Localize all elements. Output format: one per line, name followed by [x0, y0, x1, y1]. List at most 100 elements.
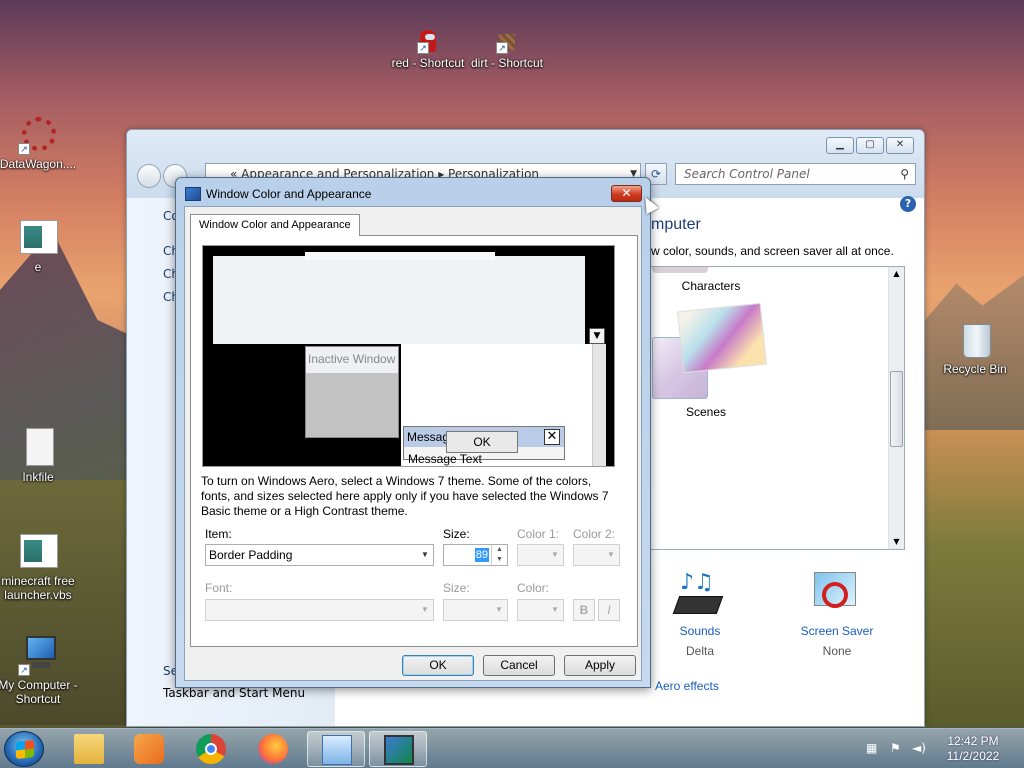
window-color-dialog[interactable]: Window Color and Appearance ✕ Window Col…: [175, 177, 651, 688]
desktop-icon-e[interactable]: e: [0, 218, 80, 274]
screen-saver-value: None: [822, 644, 852, 658]
firefox-icon: [258, 734, 288, 764]
sounds-value: Delta: [685, 644, 714, 658]
color1-picker[interactable]: ▼: [517, 544, 564, 566]
recycle-bin-icon: [955, 320, 995, 360]
theme-characters-label[interactable]: Characters: [636, 279, 786, 293]
volume-icon[interactable]: ◄): [912, 741, 926, 755]
shortcut-arrow-icon: ↗: [18, 143, 30, 155]
font-color-picker[interactable]: ▼: [517, 599, 564, 621]
scroll-down-icon[interactable]: ▼: [889, 535, 904, 549]
sidebar-link-taskbar[interactable]: Taskbar and Start Menu: [163, 686, 305, 700]
taskbar-window-color[interactable]: [369, 731, 427, 767]
control-panel-icon: [322, 735, 352, 765]
apply-button[interactable]: Apply: [564, 655, 636, 676]
preview-close-icon: ✕: [544, 429, 560, 445]
shortcut-arrow-icon: ↗: [18, 664, 30, 676]
italic-button[interactable]: I: [598, 599, 620, 621]
chevron-down-icon: ▼: [551, 550, 559, 559]
search-input[interactable]: Search Control Panel ⚲: [675, 163, 916, 185]
scroll-thumb[interactable]: [890, 371, 903, 447]
appearance-preview[interactable]: ▼ Inactive Window Messag ✕ OK Message Te…: [202, 245, 615, 467]
ok-button[interactable]: OK: [402, 655, 474, 676]
item-select[interactable]: Border Padding ▼: [205, 544, 434, 566]
tab-window-color[interactable]: Window Color and Appearance: [190, 214, 360, 236]
preview-scrollbar: [592, 344, 606, 466]
minimize-button[interactable]: ▁: [826, 137, 854, 154]
taskbar-control-panel[interactable]: [307, 731, 365, 767]
desktop-icon-minecraft-launcher[interactable]: minecraft free launcher.vbs: [0, 532, 80, 602]
network-icon[interactable]: ▦: [866, 741, 880, 755]
theme-scenes-label[interactable]: Scenes: [636, 405, 776, 419]
taskbar-chrome[interactable]: [182, 731, 240, 767]
shortcut-arrow-icon: ↗: [417, 42, 429, 54]
desktop-icon-inkfile[interactable]: Inkfile: [0, 428, 80, 484]
color2-label: Color 2:: [573, 527, 616, 541]
chrome-icon: [196, 734, 226, 764]
flag-icon[interactable]: ⚑: [890, 741, 904, 755]
font-select[interactable]: ▼: [205, 599, 434, 621]
red-figure-icon: ↗: [417, 30, 439, 54]
taskbar-firefox[interactable]: [244, 731, 302, 767]
search-icon[interactable]: ⚲: [900, 164, 909, 184]
gear-icon: ↗: [18, 115, 58, 155]
aero-effects-link[interactable]: Aero effects: [655, 679, 719, 693]
font-size-select[interactable]: ▼: [443, 599, 508, 621]
item-label: Item:: [205, 527, 232, 541]
aero-description: To turn on Windows Aero, select a Window…: [201, 474, 609, 518]
dialog-body: Window Color and Appearance ▼ Inactive W…: [184, 206, 642, 681]
dialog-title: Window Color and Appearance: [206, 187, 372, 201]
desktop-icon-datawagon[interactable]: ↗ DataWagon....: [0, 115, 80, 171]
computer-icon: ↗: [18, 636, 58, 676]
system-clock[interactable]: 12:42 PM 11/2/2022: [940, 734, 1006, 764]
shortcut-arrow-icon: ↗: [496, 42, 508, 54]
themes-scrollbar[interactable]: ▲ ▼: [888, 267, 904, 549]
chevron-down-icon: ▼: [607, 550, 615, 559]
dialog-close-button[interactable]: ✕: [611, 185, 642, 202]
desktop-icon-dirt-shortcut[interactable]: ↗ dirt - Shortcut: [465, 30, 549, 70]
taskbar-explorer[interactable]: [60, 731, 118, 767]
cancel-button[interactable]: Cancel: [483, 655, 555, 676]
window-controls: ▁ ▢ ✕: [826, 137, 914, 154]
color2-picker[interactable]: ▼: [573, 544, 620, 566]
display-icon: [384, 735, 414, 765]
preview-dropdown-icon: ▼: [589, 328, 605, 344]
chevron-down-icon: ▼: [421, 605, 429, 614]
window-color-icon: [185, 187, 201, 201]
font-size-label: Size:: [443, 581, 470, 595]
chevron-down-icon: ▼: [495, 605, 503, 614]
desktop-icon-recycle-bin[interactable]: Recycle Bin: [933, 320, 1017, 376]
maximize-button[interactable]: ▢: [856, 137, 884, 154]
theme-preview-prev: [652, 267, 708, 273]
chevron-down-icon: ▼: [551, 605, 559, 614]
help-icon[interactable]: ?: [900, 196, 916, 212]
desktop-icon-red-shortcut[interactable]: ↗ red - Shortcut: [386, 30, 470, 70]
dirt-block-icon: ↗: [496, 30, 518, 54]
stepper-arrows-icon[interactable]: ▲ ▼: [491, 545, 507, 565]
preview-ok-button: OK: [446, 431, 518, 453]
bold-button[interactable]: B: [573, 599, 595, 621]
size-stepper[interactable]: 89 ▲ ▼: [443, 544, 508, 566]
preview-title-strip: [305, 252, 495, 260]
font-color-label: Color:: [517, 581, 550, 595]
taskbar-media-player[interactable]: [120, 731, 178, 767]
media-player-icon: [134, 734, 164, 764]
back-button[interactable]: [137, 164, 161, 188]
preview-inactive-window: Inactive Window: [305, 346, 399, 438]
page-subtitle: w color, sounds, and screen saver all at…: [651, 244, 894, 258]
desktop-icon-my-computer[interactable]: ↗ My Computer - Shortcut: [0, 636, 80, 706]
folder-icon: [74, 734, 104, 764]
taskbar: ▦ ⚑ ◄) 12:42 PM 11/2/2022: [0, 728, 1024, 768]
close-button[interactable]: ✕: [886, 137, 914, 154]
start-button[interactable]: [4, 731, 44, 767]
document-icon: [18, 218, 58, 258]
screen-saver-link[interactable]: Screen Saver: [787, 624, 887, 638]
font-label: Font:: [205, 581, 233, 595]
scroll-up-icon[interactable]: ▲: [889, 267, 904, 281]
sounds-icon[interactable]: ♪♫: [670, 572, 730, 622]
chevron-down-icon: ▼: [421, 550, 429, 559]
windows-logo-icon: [16, 740, 34, 759]
screen-saver-icon[interactable]: [810, 570, 860, 620]
sounds-link[interactable]: Sounds: [650, 624, 750, 638]
wallpaper-field-right: [924, 430, 1024, 725]
